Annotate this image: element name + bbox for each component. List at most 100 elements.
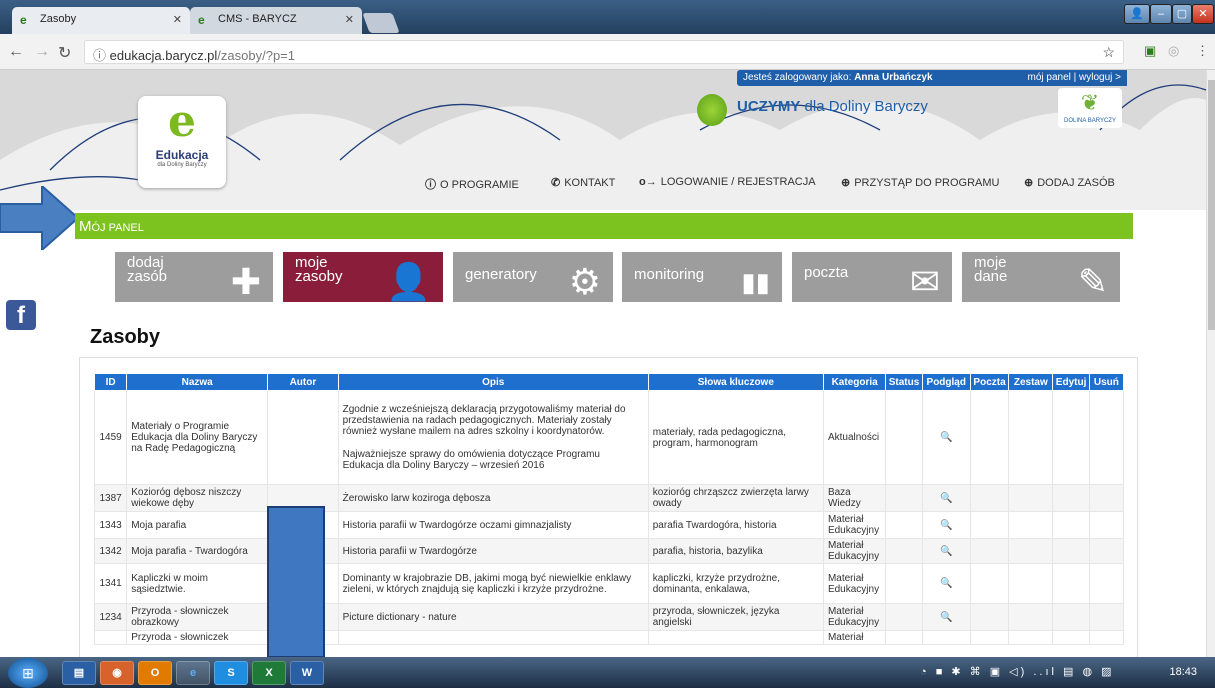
new-tab-button[interactable] bbox=[362, 13, 400, 33]
preview-magnifier-icon[interactable]: 🔍 bbox=[940, 578, 952, 589]
bookmark-star-icon[interactable]: ☆ bbox=[1102, 44, 1115, 61]
explorer-icon[interactable]: ▤ bbox=[62, 661, 96, 685]
excel-icon[interactable]: X bbox=[252, 661, 286, 685]
cell-mail[interactable] bbox=[969, 563, 1010, 604]
cell-delete[interactable] bbox=[1088, 563, 1125, 604]
cell-mail[interactable] bbox=[969, 484, 1010, 512]
facebook-icon[interactable]: f bbox=[6, 300, 36, 330]
table-row: 1343 Moja parafia Historia parafii w Tward… bbox=[93, 511, 1125, 539]
cell-preview[interactable]: 🔍 bbox=[921, 603, 971, 631]
description-text: Żerowisko larw koziroga dębosza bbox=[342, 492, 491, 504]
tab-zasoby[interactable]: e Zasoby ✕ bbox=[12, 7, 190, 34]
nav-przystap[interactable]: ⊕ PRZYSTĄP DO PROGRAMU bbox=[841, 176, 999, 189]
ie-icon[interactable]: e bbox=[176, 661, 210, 685]
cell-delete[interactable] bbox=[1088, 630, 1125, 645]
cell-name: Przyroda - słowniczek obrazkowy bbox=[126, 603, 269, 631]
cell-status bbox=[885, 603, 923, 631]
tile-monitoring[interactable]: monitoring ▮▮ bbox=[622, 252, 782, 302]
cell-mail[interactable] bbox=[969, 511, 1010, 539]
tile-moje-dane[interactable]: moje dane ✎ bbox=[962, 252, 1120, 302]
preview-magnifier-icon[interactable]: 🔍 bbox=[940, 546, 952, 557]
cell-preview[interactable]: 🔍 bbox=[921, 538, 971, 564]
word-icon[interactable]: W bbox=[290, 661, 324, 685]
bulb-icon bbox=[697, 94, 727, 126]
cell-set[interactable] bbox=[1008, 390, 1054, 485]
chrome-icon[interactable]: ◉ bbox=[100, 661, 134, 685]
cell-set[interactable] bbox=[1008, 511, 1054, 539]
preview-magnifier-icon[interactable]: 🔍 bbox=[940, 432, 952, 443]
nav-label: PRZYSTĄP DO PROGRAMU bbox=[854, 177, 1000, 189]
user-icon[interactable]: 👤 bbox=[1124, 4, 1150, 24]
maximize-button[interactable]: ▢ bbox=[1172, 4, 1192, 24]
cell-set[interactable] bbox=[1008, 484, 1054, 512]
nav-logowanie[interactable]: o→ LOGOWANIE / REJESTRACJA bbox=[639, 176, 816, 188]
page-scrollbar[interactable] bbox=[1206, 70, 1215, 657]
close-tab-icon[interactable]: ✕ bbox=[173, 13, 182, 26]
column-header: Nazwa bbox=[126, 373, 269, 391]
nav-dodaj-zasob[interactable]: ⊕ DODAJ ZASÓB bbox=[1024, 176, 1115, 189]
tile-poczta[interactable]: poczta ✉ bbox=[792, 252, 952, 302]
page-title: Zasoby bbox=[90, 326, 161, 348]
cell-preview[interactable]: 🔍 bbox=[921, 511, 971, 539]
start-button[interactable]: ⊞ bbox=[8, 658, 48, 688]
site-logo[interactable]: e Edukacja dla Doliny Baryczy bbox=[138, 96, 226, 188]
forward-icon[interactable]: → bbox=[34, 43, 50, 61]
tile-dodaj-zasob[interactable]: dodaj zasób ✚ bbox=[115, 252, 273, 302]
cell-preview[interactable] bbox=[921, 630, 971, 645]
tab-label: CMS - BARYCZ bbox=[218, 13, 297, 25]
preview-magnifier-icon[interactable]: 🔍 bbox=[940, 493, 952, 504]
cell-mail[interactable] bbox=[969, 390, 1010, 485]
preview-magnifier-icon[interactable]: 🔍 bbox=[940, 612, 952, 623]
nav-kontakt[interactable]: ✆ KONTAKT bbox=[551, 176, 615, 189]
cell-set[interactable] bbox=[1008, 603, 1054, 631]
cell-delete[interactable] bbox=[1088, 390, 1125, 485]
cell-edit[interactable] bbox=[1052, 538, 1090, 564]
cell-keywords: kapliczki, krzyże przydrożne, dominanta,… bbox=[647, 563, 824, 604]
cell-set[interactable] bbox=[1008, 563, 1054, 604]
cell-mail[interactable] bbox=[969, 538, 1010, 564]
back-icon[interactable]: ← bbox=[8, 43, 24, 61]
cell-set[interactable] bbox=[1008, 630, 1054, 645]
cell-edit[interactable] bbox=[1052, 563, 1090, 604]
scrollbar-thumb[interactable] bbox=[1208, 80, 1215, 330]
column-header: Status bbox=[885, 373, 923, 391]
cell-mail[interactable] bbox=[969, 630, 1010, 645]
cell-edit[interactable] bbox=[1052, 603, 1090, 631]
tile-generatory[interactable]: generatory ⚙ bbox=[453, 252, 613, 302]
nav-o-programie[interactable]: ⓘ O PROGRAMIE bbox=[425, 176, 519, 192]
cell-preview[interactable]: 🔍 bbox=[921, 390, 971, 485]
url-field[interactable]: ⓘ edukacja.barycz.pl/zasoby/?p=1 ☆ bbox=[84, 40, 1124, 64]
cell-delete[interactable] bbox=[1088, 603, 1125, 631]
extension-icon[interactable]: ◎ bbox=[1168, 43, 1179, 59]
preview-magnifier-icon[interactable]: 🔍 bbox=[940, 520, 952, 531]
extension-icon[interactable]: ▣ bbox=[1144, 43, 1156, 59]
menu-icon[interactable]: ⋮ bbox=[1196, 43, 1209, 59]
cell-description: Zgodnie z wcześniejszą deklaracją przygo… bbox=[337, 390, 649, 485]
reload-icon[interactable]: ↻ bbox=[58, 43, 71, 63]
tab-cms[interactable]: e CMS - BARYCZ ✕ bbox=[190, 7, 362, 34]
moj-panel-bar: MÓJ PANEL bbox=[75, 213, 1133, 239]
close-tab-icon[interactable]: ✕ bbox=[345, 13, 354, 26]
tile-moje-zasoby[interactable]: moje zasoby 👤 bbox=[283, 252, 443, 302]
cell-delete[interactable] bbox=[1088, 538, 1125, 564]
cell-preview[interactable]: 🔍 bbox=[921, 484, 971, 512]
skype-icon[interactable]: S bbox=[214, 661, 248, 685]
cell-edit[interactable] bbox=[1052, 390, 1090, 485]
column-header: ID bbox=[93, 373, 128, 391]
outlook-icon[interactable]: O bbox=[138, 661, 172, 685]
cell-preview[interactable]: 🔍 bbox=[921, 563, 971, 604]
column-header: Usuń bbox=[1088, 373, 1125, 391]
panel-links[interactable]: mój panel | wyloguj > bbox=[1028, 72, 1121, 83]
close-window-button[interactable]: ✕ bbox=[1192, 4, 1214, 24]
cell-edit[interactable] bbox=[1052, 484, 1090, 512]
cell-edit[interactable] bbox=[1052, 511, 1090, 539]
minimize-button[interactable]: – bbox=[1150, 4, 1172, 24]
table-row: 1459 Materiały o Programie Edukacja dla D… bbox=[93, 390, 1125, 485]
dolina-baryczy-logo[interactable]: ❦ DOLINA BARYCZY bbox=[1058, 88, 1122, 128]
slogan-rest: dla Doliny Baryczy bbox=[804, 98, 928, 115]
cell-edit[interactable] bbox=[1052, 630, 1090, 645]
cell-delete[interactable] bbox=[1088, 484, 1125, 512]
cell-mail[interactable] bbox=[969, 603, 1010, 631]
cell-set[interactable] bbox=[1008, 538, 1054, 564]
cell-delete[interactable] bbox=[1088, 511, 1125, 539]
